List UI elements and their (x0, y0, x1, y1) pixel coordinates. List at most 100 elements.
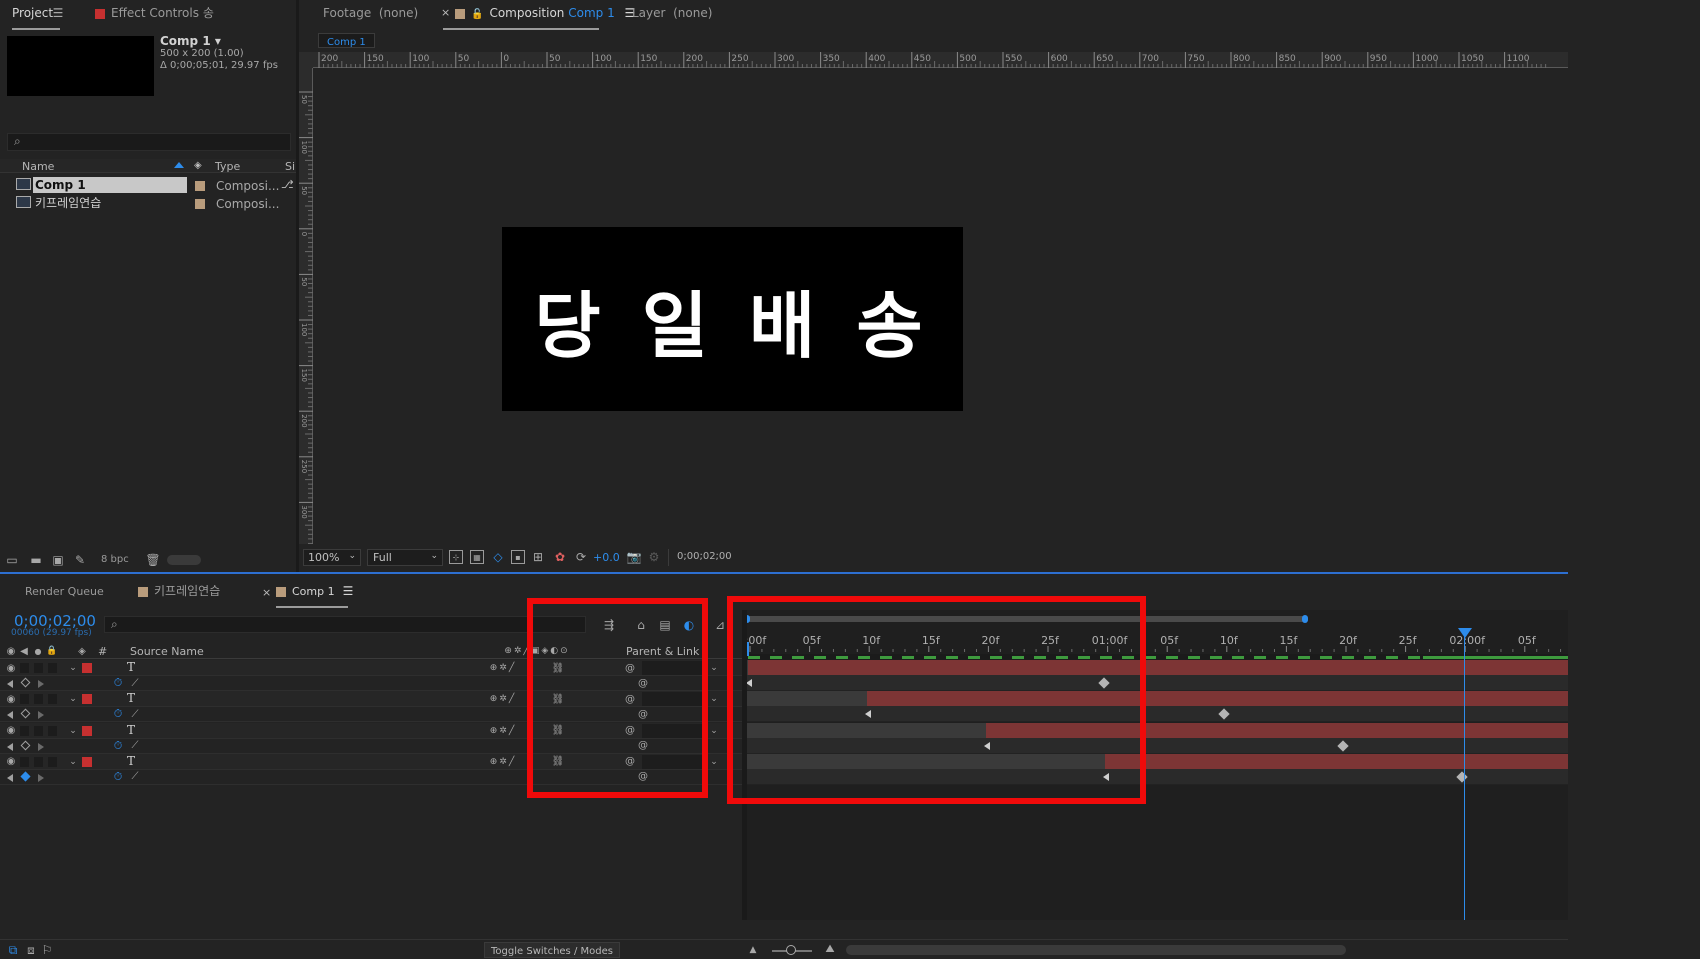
resolution-select[interactable]: Full ⌄ (367, 549, 443, 566)
graph-icon[interactable]: ⟋ (128, 676, 142, 690)
timeline-scrollbar[interactable] (846, 945, 1346, 955)
label-swatch[interactable] (82, 756, 92, 767)
layer-switches[interactable]: ⊕✲╱ (483, 661, 523, 675)
next-keyframe-icon[interactable] (38, 742, 44, 751)
project-search-input[interactable]: ⌕ (7, 133, 291, 151)
chevron-down-icon[interactable]: ⌄ (708, 724, 720, 738)
project-comp-title[interactable]: Comp 1 ▾ (160, 34, 221, 48)
stopwatch-icon[interactable]: ⏱ (111, 739, 125, 753)
snapshot-camera-icon[interactable]: 📷 (627, 550, 642, 564)
new-composition-icon[interactable]: ▣ (50, 553, 66, 567)
stopwatch-icon[interactable]: ⏱ (111, 707, 125, 721)
region-of-interest-icon[interactable]: ▪ (511, 550, 525, 564)
next-keyframe-icon[interactable] (38, 711, 44, 720)
chevron-down-icon[interactable]: ⌄ (708, 692, 720, 706)
reset-exposure-icon[interactable]: ⟳ (574, 550, 588, 564)
add-keyframe-icon[interactable] (20, 771, 31, 782)
layer-switches[interactable]: ⊕✲╱ (483, 692, 523, 706)
add-keyframe-icon[interactable] (20, 677, 31, 688)
chevron-down-icon[interactable]: ⌄ (708, 755, 720, 769)
lock-toggle[interactable] (48, 725, 57, 736)
comp-breadcrumb[interactable]: Comp 1 (318, 33, 375, 48)
timeline-search-input[interactable]: ⌕ (104, 616, 586, 633)
bit-depth-button[interactable]: 8 bpc (101, 554, 129, 565)
chevron-down-icon[interactable]: ⌄ (67, 661, 79, 675)
layer-duration-bar[interactable] (1105, 753, 1568, 770)
label-swatch[interactable] (82, 725, 92, 736)
prev-keyframe-icon[interactable] (7, 742, 13, 751)
work-area-end[interactable] (1302, 615, 1308, 623)
eye-icon[interactable]: ◉ (5, 692, 17, 706)
audio-toggle[interactable] (20, 756, 29, 767)
tab-render-queue[interactable]: Render Queue (25, 578, 104, 608)
viewer-timecode[interactable]: 0;00;02;00 (668, 549, 732, 566)
tab-layer[interactable]: Layer (none) (632, 0, 712, 30)
solo-toggle[interactable] (34, 663, 43, 673)
interpret-footage-icon[interactable]: ▭ (4, 553, 20, 567)
composition-canvas[interactable]: 당 일 배 송 (502, 227, 963, 411)
flowchart-icon[interactable]: ⎇ (281, 178, 294, 191)
solo-toggle[interactable] (34, 756, 43, 767)
layer-switches[interactable]: ⊕✲╱ (483, 724, 523, 738)
channel-icon[interactable]: ✿ (553, 550, 567, 564)
chevron-down-icon[interactable]: ▾ (215, 34, 221, 48)
eye-icon[interactable]: ◉ (5, 644, 17, 658)
eye-icon[interactable]: ◉ (5, 724, 17, 738)
solo-icon[interactable]: ● (32, 644, 44, 658)
label-swatch[interactable] (82, 694, 92, 705)
lock-icon[interactable]: 🔓 (471, 9, 483, 20)
tab-keyframe-comp[interactable]: 키프레임연습 (138, 578, 220, 608)
solo-toggle[interactable] (34, 725, 43, 736)
graph-icon[interactable]: ⟋ (128, 770, 142, 784)
tab-composition[interactable]: 🔓 Composition Comp 1 ☰ (443, 0, 635, 30)
layer-switches[interactable]: ⊕✲╱ (483, 755, 523, 769)
audio-icon[interactable]: ◀ (18, 644, 30, 658)
eye-icon[interactable]: ◉ (5, 755, 17, 769)
label-tag-icon[interactable]: ◈ (194, 160, 202, 171)
tab-effect-controls[interactable]: Effect Controls 송 (95, 0, 214, 30)
graph-icon[interactable]: ⟋ (128, 739, 142, 753)
prev-keyframe-icon[interactable] (7, 711, 13, 720)
panel-menu-icon[interactable]: ☰ (52, 6, 64, 20)
zoom-out-icon[interactable]: ▲ (746, 944, 760, 956)
stopwatch-icon[interactable]: ⏱ (111, 770, 125, 784)
thumbnail-slider[interactable] (167, 555, 201, 565)
audio-toggle[interactable] (20, 725, 29, 736)
tab-footage[interactable]: Footage (none) (323, 0, 418, 30)
sort-up-icon[interactable] (174, 162, 184, 168)
project-item[interactable]: 키프레임연습 Composi... (0, 194, 296, 212)
grid-guides-icon[interactable]: ⊞ (531, 550, 545, 564)
col-type[interactable]: Type (215, 160, 240, 173)
zoom-select[interactable]: 100% ⌄ (303, 549, 361, 566)
prev-keyframe-icon[interactable] (7, 773, 13, 782)
expand-panes-icon[interactable]: ⧈ (24, 943, 38, 957)
mask-visibility-icon[interactable]: ◇ (491, 550, 505, 564)
toggle-switches-modes-button[interactable]: Toggle Switches / Modes (484, 942, 620, 958)
col-source-name[interactable]: Source Name (130, 645, 204, 658)
lock-toggle[interactable] (48, 694, 57, 705)
graph-icon[interactable]: ⟋ (128, 707, 142, 721)
label-tag-icon[interactable]: ◈ (76, 644, 88, 658)
next-keyframe-icon[interactable] (38, 680, 44, 688)
eye-icon[interactable]: ◉ (5, 661, 17, 675)
project-item[interactable]: Comp 1 Composi... ⎇ (0, 176, 296, 194)
solo-toggle[interactable] (34, 694, 43, 705)
transparency-grid-icon[interactable]: ▦ (470, 550, 484, 564)
audio-toggle[interactable] (20, 663, 29, 673)
fast-previews-icon[interactable]: ⊹ (449, 550, 463, 564)
playhead-handle[interactable] (1458, 628, 1472, 638)
comp-flow-icon[interactable]: ⧉ (6, 943, 20, 957)
show-snapshot-icon[interactable]: ⚙ (647, 550, 661, 564)
lock-toggle[interactable] (48, 756, 57, 767)
chevron-down-icon[interactable]: ⌄ (67, 755, 79, 769)
zoom-slider-knob[interactable] (786, 945, 796, 955)
add-keyframe-icon[interactable] (20, 708, 31, 719)
new-folder-icon[interactable]: ▬ (28, 553, 44, 567)
prev-keyframe-icon[interactable] (7, 680, 13, 688)
timing-pane-icon[interactable]: ⚐ (40, 943, 54, 957)
panel-menu-icon[interactable]: ☰ (343, 584, 354, 598)
stopwatch-icon[interactable]: ⏱ (111, 676, 125, 690)
exposure-value[interactable]: +0.0 (593, 551, 620, 564)
lock-toggle[interactable] (48, 663, 57, 673)
col-size[interactable]: Si (285, 160, 295, 173)
